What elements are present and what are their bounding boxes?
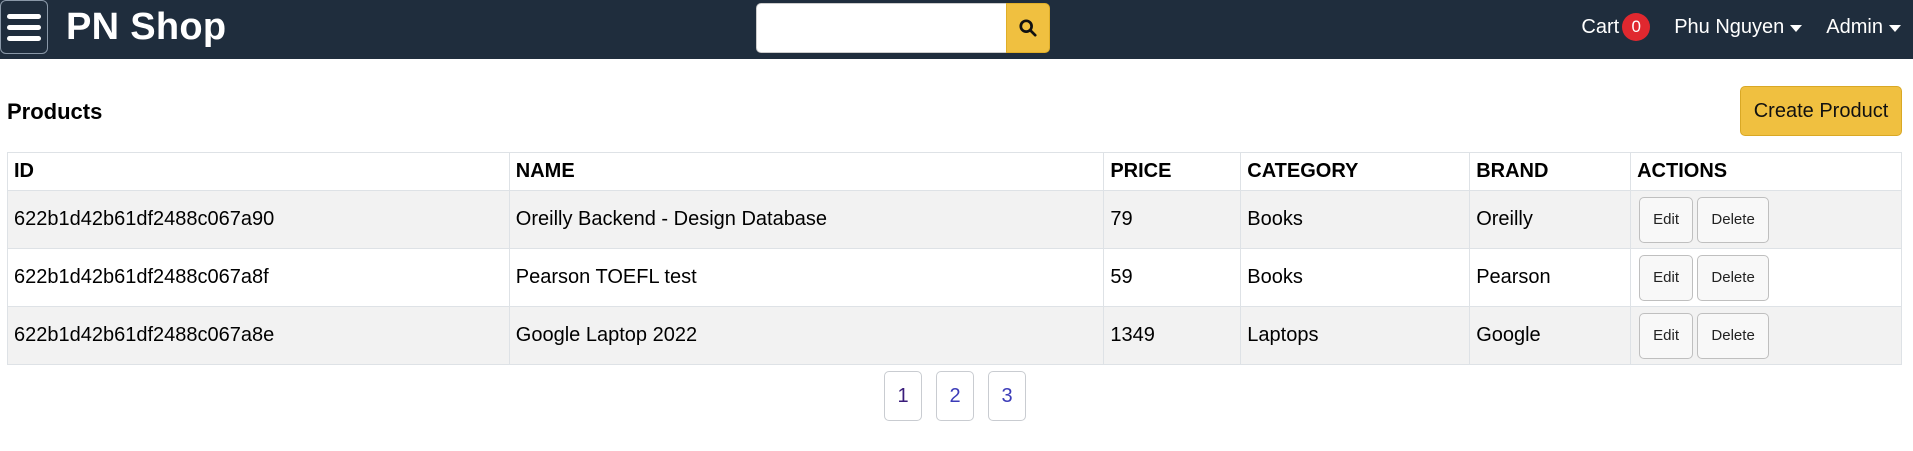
cell-category: Books	[1240, 248, 1471, 307]
cell-id: 622b1d42b61df2488c067a90	[7, 190, 510, 249]
search-icon	[1019, 19, 1037, 37]
cell-price: 59	[1103, 248, 1242, 307]
menu-bar-icon	[7, 24, 41, 30]
column-header-name: NAME	[508, 152, 1105, 191]
page-link-1[interactable]: 1	[884, 371, 922, 421]
create-product-button[interactable]: Create Product	[1740, 86, 1902, 136]
cell-brand: Pearson	[1469, 248, 1632, 307]
top-navbar: PN Shop Cart 0 Phu Nguyen Admin	[0, 0, 1913, 59]
cell-name: Google Laptop 2022	[508, 306, 1105, 365]
caret-down-icon	[1889, 24, 1901, 32]
edit-button[interactable]: Edit	[1639, 254, 1694, 301]
admin-dropdown[interactable]: Admin	[1826, 16, 1901, 39]
cell-price: 1349	[1103, 306, 1242, 365]
cart-count-badge: 0	[1622, 13, 1651, 41]
products-table: ID NAME PRICE CATEGORY BRAND ACTIONS 622…	[7, 152, 1902, 365]
cell-category: Laptops	[1240, 306, 1471, 365]
cart-label: Cart	[1581, 15, 1620, 38]
brand-logo[interactable]: PN Shop	[66, 6, 226, 49]
page-title: Products	[7, 99, 103, 124]
page-link-2[interactable]: 2	[936, 371, 974, 421]
cell-category: Books	[1240, 190, 1471, 249]
edit-button[interactable]: Edit	[1639, 196, 1694, 243]
search-input[interactable]	[756, 3, 1006, 53]
cell-actions: Edit Delete	[1630, 248, 1902, 307]
column-header-price: PRICE	[1103, 152, 1242, 191]
delete-button[interactable]: Delete	[1697, 312, 1770, 359]
table-row: 622b1d42b61df2488c067a8e Google Laptop 2…	[7, 306, 1902, 365]
cell-brand: Oreilly	[1469, 190, 1632, 249]
table-row: 622b1d42b61df2488c067a8f Pearson TOEFL t…	[7, 248, 1902, 307]
hamburger-menu-button[interactable]	[0, 0, 48, 54]
cell-id: 622b1d42b61df2488c067a8e	[7, 306, 510, 365]
cell-actions: Edit Delete	[1630, 306, 1902, 365]
cell-price: 79	[1103, 190, 1242, 249]
column-header-category: CATEGORY	[1240, 152, 1471, 191]
cell-brand: Google	[1469, 306, 1632, 365]
page-header: Products Create Product	[0, 59, 1913, 152]
cart-link[interactable]: Cart 0	[1581, 13, 1651, 41]
user-name: Phu Nguyen	[1674, 15, 1785, 38]
column-header-actions: ACTIONS	[1630, 152, 1902, 191]
menu-bar-icon	[7, 35, 41, 41]
admin-label: Admin	[1826, 15, 1883, 38]
cell-id: 622b1d42b61df2488c067a8f	[7, 248, 510, 307]
edit-button[interactable]: Edit	[1639, 312, 1694, 359]
column-header-brand: BRAND	[1469, 152, 1632, 191]
table-row: 622b1d42b61df2488c067a90 Oreilly Backend…	[7, 190, 1902, 249]
user-dropdown[interactable]: Phu Nguyen	[1674, 15, 1803, 39]
cell-name: Oreilly Backend - Design Database	[508, 190, 1105, 249]
menu-bar-icon	[7, 13, 41, 19]
cell-actions: Edit Delete	[1630, 190, 1902, 249]
nav-right: Cart 0 Phu Nguyen Admin	[1581, 0, 1901, 54]
cell-name: Pearson TOEFL test	[508, 248, 1105, 307]
table-header-row: ID NAME PRICE CATEGORY BRAND ACTIONS	[7, 152, 1902, 191]
search-form	[756, 3, 1050, 53]
delete-button[interactable]: Delete	[1697, 254, 1770, 301]
search-button[interactable]	[1006, 3, 1050, 53]
delete-button[interactable]: Delete	[1697, 196, 1770, 243]
page-link-3[interactable]: 3	[988, 371, 1026, 421]
pagination: 1 2 3	[884, 371, 1026, 421]
caret-down-icon	[1790, 24, 1803, 32]
column-header-id: ID	[7, 152, 510, 191]
